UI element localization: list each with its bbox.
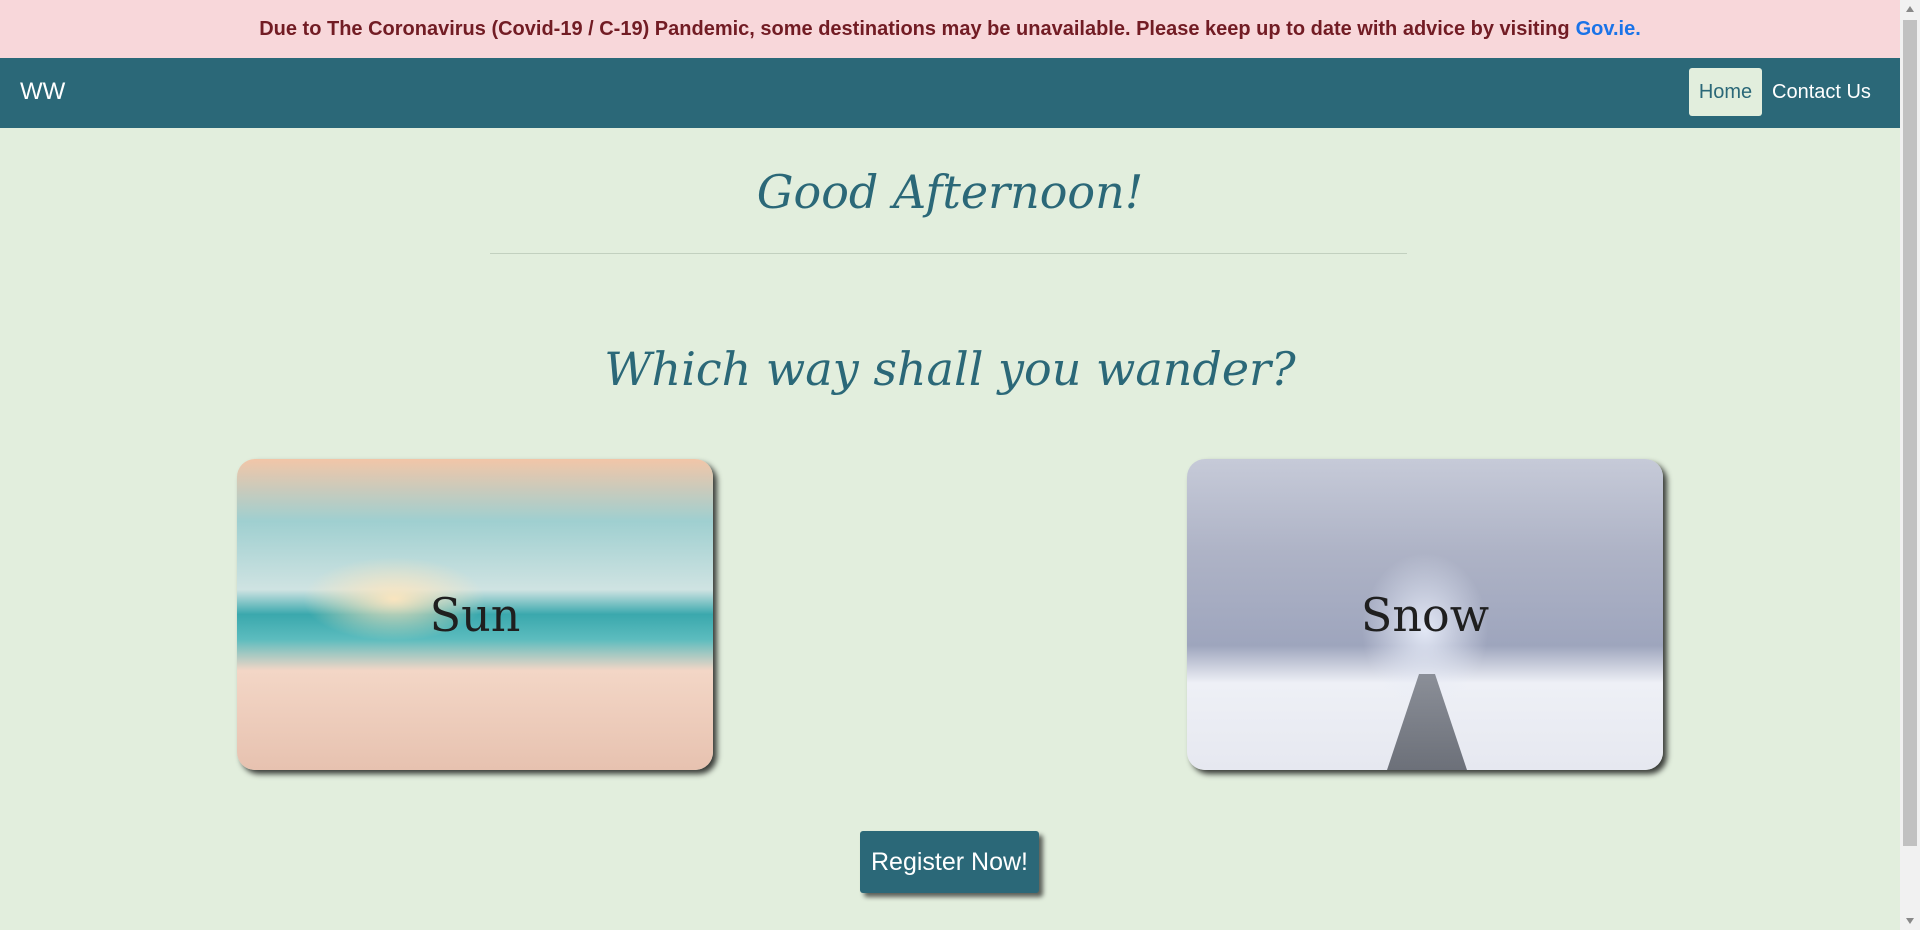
wander-heading: Which way shall you wander?: [604, 342, 1296, 396]
covid-alert-banner: Due to The Coronavirus (Covid-19 / C-19)…: [0, 0, 1900, 59]
scroll-up-icon[interactable]: [1906, 6, 1914, 12]
snow-card-label: Snow: [1360, 587, 1490, 642]
alert-text: Due to The Coronavirus (Covid-19 / C-19)…: [259, 17, 1570, 40]
register-button[interactable]: Register Now!: [860, 831, 1039, 893]
nav-contact-us[interactable]: Contact Us: [1772, 68, 1871, 116]
navbar: WW Home Contact Us: [0, 58, 1900, 128]
sun-card[interactable]: Sun: [237, 459, 713, 770]
gov-link[interactable]: Gov.ie.: [1576, 18, 1641, 41]
scroll-down-icon[interactable]: [1906, 918, 1914, 924]
brand-logo[interactable]: WW: [20, 78, 65, 106]
divider: [490, 253, 1407, 254]
scrollbar[interactable]: [1900, 0, 1920, 930]
scroll-thumb[interactable]: [1903, 20, 1917, 846]
nav-home[interactable]: Home: [1689, 68, 1762, 116]
greeting-heading: Good Afternoon!: [756, 165, 1144, 219]
snow-card[interactable]: Snow: [1187, 459, 1663, 770]
sun-card-label: Sun: [429, 587, 521, 642]
